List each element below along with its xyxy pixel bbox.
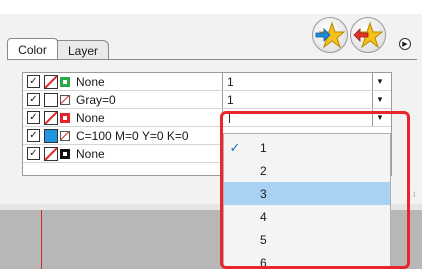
add-favorite-button[interactable]: [312, 17, 348, 53]
table-row[interactable]: ✓ Gray=0 1 ▼: [23, 91, 391, 109]
visibility-checkbox[interactable]: ✓: [27, 129, 40, 142]
row-value: 1: [227, 74, 234, 89]
tab-color-label: Color: [18, 42, 47, 57]
row-label: None: [76, 146, 105, 161]
visibility-checkbox[interactable]: ✓: [27, 147, 40, 160]
stroke-none-swatch-icon: [60, 94, 70, 105]
fill-cyan-swatch-icon: [44, 128, 58, 143]
fill-none-swatch-icon: [44, 110, 58, 125]
stroke-red-swatch-icon: [60, 112, 70, 123]
panel-menu-button[interactable]: ▶: [399, 38, 411, 50]
canvas-guide-line: [41, 210, 42, 269]
row-label: Gray=0: [76, 92, 116, 107]
panel-top-edge: [0, 0, 422, 14]
tab-layer[interactable]: Layer: [57, 40, 109, 60]
tab-color[interactable]: Color: [7, 38, 58, 60]
row-label: None: [76, 110, 105, 125]
visibility-checkbox[interactable]: ✓: [27, 111, 40, 124]
tab-divider: [7, 59, 417, 60]
stroke-none-swatch-icon: [60, 130, 70, 141]
chevron-down-icon[interactable]: ▼: [375, 94, 385, 104]
visibility-checkbox[interactable]: ✓: [27, 93, 40, 106]
stroke-black-swatch-icon: [60, 148, 70, 159]
row-label: C=100 M=0 Y=0 K=0: [76, 128, 189, 143]
tab-layer-label: Layer: [67, 43, 99, 58]
stroke-green-swatch-icon: [60, 76, 70, 87]
row-value: 1: [227, 92, 234, 107]
resize-grip[interactable]: ⁝: [413, 190, 419, 200]
star-arrow-out-icon: [353, 21, 384, 49]
star-arrow-in-icon: [315, 21, 346, 49]
visibility-checkbox[interactable]: ✓: [27, 75, 40, 88]
fill-none-swatch-icon: [44, 74, 58, 89]
table-row[interactable]: ✓ None 1 ▼: [23, 73, 391, 91]
fill-none-swatch-icon: [44, 146, 58, 161]
triangle-right-icon: ▶: [402, 41, 408, 48]
highlight-annotation: [220, 111, 410, 269]
row-label: None: [76, 74, 105, 89]
fill-white-swatch-icon: [44, 92, 58, 107]
remove-favorite-button[interactable]: [350, 17, 386, 53]
chevron-down-icon[interactable]: ▼: [375, 76, 385, 86]
